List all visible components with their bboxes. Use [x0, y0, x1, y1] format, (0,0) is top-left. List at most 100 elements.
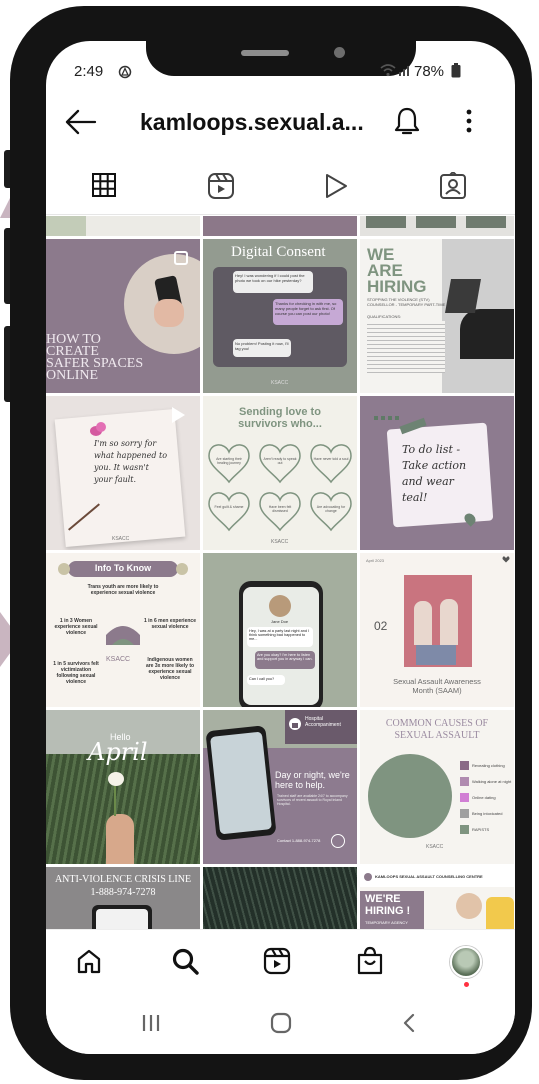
post-tile[interactable] [203, 867, 357, 929]
post-tile[interactable] [46, 216, 200, 236]
profile-avatar[interactable] [450, 946, 482, 978]
system-home-icon[interactable] [270, 1012, 292, 1034]
battery-percent: 78% [414, 63, 445, 80]
post-title-line: HIRING [367, 277, 427, 296]
post-text-line: Take action [402, 459, 467, 472]
post-hello-april[interactable]: Hello April [46, 710, 200, 864]
legend-item: RAPISTS [460, 822, 514, 836]
legend-label: RAPISTS [472, 826, 490, 832]
reels-icon[interactable] [263, 947, 291, 975]
org-label: KSACC [106, 656, 131, 663]
post-text-line: what happened to [94, 451, 168, 460]
post-safer-spaces[interactable]: HOW TO CREATE SAFER SPACES ONLINE [46, 239, 200, 393]
post-text-line: ANTI-VIOLENCE CRISIS LINE [54, 874, 192, 885]
post-badge: Hospital Accompaniment [305, 716, 341, 728]
post-headline-line: WE'RE [365, 893, 401, 905]
chat-bubble: No problem! Posting it now, I'll tag you… [233, 339, 291, 357]
chart-legend: Revealing clothing Walking alone at night… [460, 758, 514, 838]
tab-reels-icon[interactable] [207, 172, 235, 200]
battery-icon [451, 63, 461, 78]
post-contact: Contact 1-888-974-7278 [277, 838, 321, 843]
contact-name: Jane Doe [271, 619, 289, 624]
bell-icon[interactable] [393, 106, 421, 138]
stat-text: 1 in 6 men experience sexual violence [144, 618, 196, 630]
legend-swatch [460, 776, 469, 786]
ksacc-logo [106, 626, 140, 645]
search-icon[interactable] [171, 947, 199, 975]
stat-text: 1 in 3 Women experience sexual violence [54, 618, 98, 636]
stat-text: Indigenous women are 3x more likely to e… [145, 657, 195, 681]
heart-label: Feel guilt & shame [214, 505, 244, 509]
post-text-line: I'm so sorry for [94, 439, 157, 448]
org-label: KSACC [112, 536, 130, 542]
post-text-line: your fault. [94, 475, 137, 484]
post-hospital-accompaniment[interactable]: Hospital Accompaniment Day or night, we'… [203, 710, 357, 864]
post-headline-line: HIRING ! [365, 905, 411, 917]
legend-item: Being intoxicated [460, 806, 514, 820]
home-icon[interactable] [76, 948, 102, 974]
post-info-to-know[interactable]: Info To Know Trans youth are more likely… [46, 553, 200, 707]
heart-label: Have been felt dismissed [268, 505, 292, 513]
legend-swatch [460, 808, 469, 818]
post-text-line: teal! [402, 491, 428, 504]
legend-label: Walking alone at night [472, 778, 512, 784]
shop-icon[interactable] [356, 946, 384, 976]
post-crisis-line[interactable]: ANTI-VIOLENCE CRISIS LINE 1-888-974-7278 [46, 867, 200, 929]
posts-grid: HOW TO CREATE SAFER SPACES ONLINE Digita… [46, 216, 515, 929]
camera-notch [146, 41, 416, 76]
post-text-conversation[interactable]: Jane Doe Hey, I was at a party last nigh… [203, 553, 357, 707]
post-title-line: Month (SAAM) [412, 686, 462, 695]
heart-label: Are starting their healing journey [216, 457, 242, 465]
post-were-hiring[interactable]: KAMLOOPS SEXUAL ASSAULT COUNSELLING CENT… [360, 867, 514, 929]
legend-swatch [460, 824, 469, 834]
post-title-line: survivors who... [238, 418, 322, 430]
post-qualifications: QUALIFICATIONS: [367, 314, 402, 319]
post-text-line: you. It wasn't [94, 463, 149, 472]
legend-label: Revealing clothing [472, 762, 505, 768]
post-headline-line: Day or night, we're [275, 770, 350, 780]
recents-icon[interactable] [141, 1013, 161, 1033]
chat-bubble: Hey! I was wondering if I could post the… [233, 271, 313, 293]
more-options-icon[interactable] [465, 108, 473, 134]
legend-item: Online dating [460, 790, 514, 804]
post-digital-consent[interactable]: Digital Consent Hey! I was wondering if … [203, 239, 357, 393]
post-title: Digital Consent [231, 244, 326, 260]
signal-icon [399, 66, 409, 76]
notification-dot [464, 982, 469, 987]
post-tile[interactable] [203, 216, 357, 236]
post-text-line: and wear [402, 475, 454, 488]
heart-label: Aren't ready to speak out [263, 457, 297, 465]
pie-chart [368, 754, 452, 838]
post-sending-love[interactable]: Sending love to survivors who... Are sta… [203, 396, 357, 550]
post-headline-line: here to help. [275, 780, 326, 790]
tab-grid-icon[interactable] [92, 173, 116, 197]
post-notebook-message[interactable]: I'm so sorry for what happened to you. I… [46, 396, 200, 550]
profile-username: kamloops.sexual.a... [140, 109, 364, 135]
back-arrow-icon[interactable] [64, 109, 98, 135]
phone-screen: 2:49 78% kamloops.sexual.a... HOW TO CRE… [46, 41, 515, 1054]
chat-bubble: Are you okay? I'm here to listen and sup… [255, 651, 315, 669]
system-navigation [46, 991, 515, 1054]
status-time: 2:49 [74, 63, 104, 80]
post-we-are-hiring[interactable]: WE ARE HIRING STOPPING THE VIOLENCE (STV… [360, 239, 514, 393]
post-title-line: Sexual Assault Awareness [393, 677, 481, 686]
post-tile[interactable] [360, 216, 514, 236]
post-saam[interactable]: April 2023 02 Sexual Assault Awareness M… [360, 553, 514, 707]
post-title-line: COMMON CAUSES OF [385, 718, 489, 729]
legend-label: Online dating [472, 794, 496, 800]
stat-text: Trans youth are more likely to experienc… [87, 584, 159, 596]
system-back-icon[interactable] [402, 1013, 416, 1033]
heart-label: Are advocating for change [316, 505, 346, 513]
chat-bubble: Hey, I was at a party last night and I t… [247, 627, 313, 647]
tab-video-icon[interactable] [324, 173, 348, 199]
post-title-line: Sending love to [239, 406, 321, 418]
hospital-icon [289, 718, 301, 730]
at-icon [118, 65, 132, 79]
post-number: 02 [374, 619, 388, 633]
post-common-causes[interactable]: COMMON CAUSES OF SEXUAL ASSAULT Revealin… [360, 710, 514, 864]
tab-tagged-icon[interactable] [439, 172, 467, 200]
post-to-do-list[interactable]: To do list - Take action and wear teal! [360, 396, 514, 550]
post-sub: TEMPORARY AGENCY [365, 920, 408, 925]
post-text-line: To do list - [402, 443, 461, 456]
org-label: KSACC [271, 539, 289, 545]
